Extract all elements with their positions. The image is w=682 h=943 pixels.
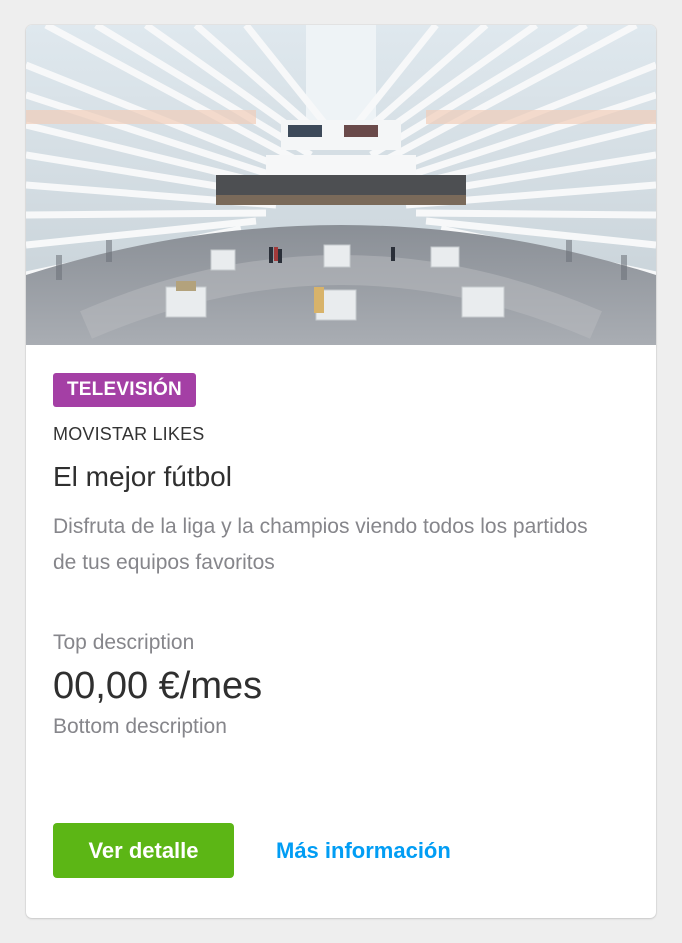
hero-image [26, 25, 656, 345]
category-tag: TELEVISIÓN [53, 373, 196, 407]
card-actions: Ver detalle Más información [53, 823, 451, 878]
price-top-description: Top description [53, 631, 195, 654]
card-content: TELEVISIÓN MOVISTAR LIKES El mejor fútbo… [53, 373, 629, 741]
product-card: TELEVISIÓN MOVISTAR LIKES El mejor fútbo… [26, 25, 656, 918]
card-title: El mejor fútbol [53, 461, 232, 492]
price-value: 00,00 €/mes [53, 665, 263, 707]
card-description: Disfruta de la liga y la champios viendo… [53, 515, 588, 574]
price-bottom-description: Bottom description [53, 715, 227, 738]
card-overline: MOVISTAR LIKES [53, 424, 205, 444]
mas-informacion-link[interactable]: Más información [276, 838, 451, 864]
ver-detalle-button[interactable]: Ver detalle [53, 823, 234, 878]
